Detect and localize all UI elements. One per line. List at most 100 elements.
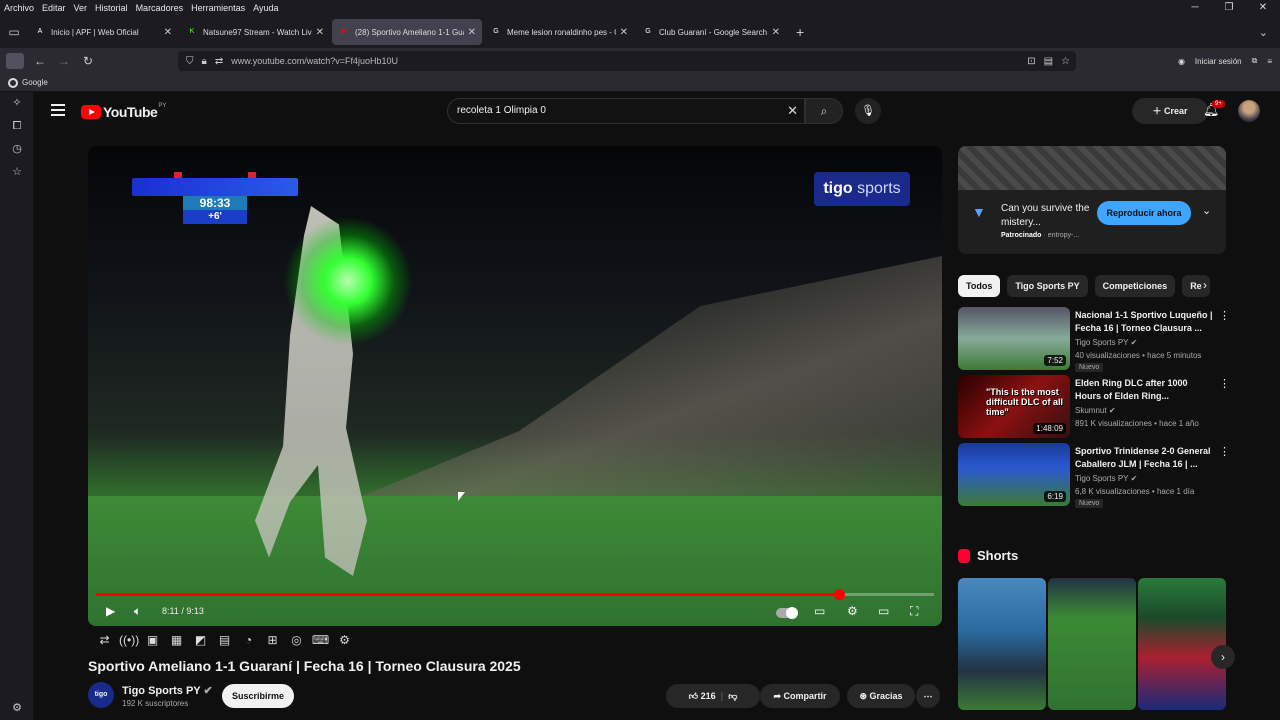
bookmark-star-icon[interactable]: ☆: [1061, 56, 1070, 67]
volume-icon[interactable]: 🔈︎: [134, 604, 141, 619]
shield-icon[interactable]: ⛉: [186, 56, 194, 67]
close-tab-icon[interactable]: ✕: [316, 27, 324, 38]
lock-icon[interactable]: 🔒︎: [202, 56, 207, 67]
permissions-icon[interactable]: ⇄: [215, 56, 223, 67]
rec-channel[interactable]: Tigo Sports PY ✔: [1075, 474, 1137, 483]
channel-name[interactable]: Tigo Sports PY ✔: [122, 684, 213, 697]
rec-title[interactable]: Elden Ring DLC after 1000 Hours of Elden…: [1075, 377, 1213, 403]
ai-chat-icon[interactable]: ✧: [0, 92, 34, 115]
chip-competiciones[interactable]: Competiciones: [1094, 275, 1176, 297]
menu-herramientas[interactable]: Herramientas: [187, 3, 249, 13]
settings-gear-icon[interactable]: ⚙: [847, 604, 858, 618]
broadcast-icon[interactable]: ((•)): [119, 633, 139, 647]
more-options-icon[interactable]: ⋮: [1219, 377, 1230, 390]
theater-mode-icon[interactable]: ▭: [878, 604, 889, 618]
menu-ver[interactable]: Ver: [70, 3, 92, 13]
sidebar-settings-icon[interactable]: ⚙: [0, 701, 34, 714]
menu-ayuda[interactable]: Ayuda: [249, 3, 282, 13]
thanks-button[interactable]: ⊛ Gracias: [847, 684, 915, 708]
video-thumbnail[interactable]: 7:52: [958, 307, 1070, 370]
guide-menu-icon[interactable]: [51, 104, 65, 116]
cinema-icon[interactable]: ▤: [215, 633, 234, 647]
menu-historial[interactable]: Historial: [91, 3, 132, 13]
progress-bar[interactable]: [96, 589, 934, 600]
restore-icon[interactable]: ❐: [1212, 0, 1246, 16]
thumbs-down-icon[interactable]: 👎︎: [728, 691, 737, 701]
close-tab-icon[interactable]: ✕: [468, 27, 476, 38]
close-tab-icon[interactable]: ✕: [164, 27, 172, 38]
menu-marcadores[interactable]: Marcadores: [132, 3, 188, 13]
video-thumbnail[interactable]: 6:19: [958, 443, 1070, 506]
ad-title[interactable]: Can you survive the mistery...: [1001, 202, 1091, 230]
bookmarks-icon[interactable]: ☆: [0, 161, 34, 184]
short-thumbnail[interactable]: [958, 578, 1046, 710]
like-button[interactable]: 👍︎ 216: [689, 691, 716, 701]
clear-search-icon[interactable]: ✕: [787, 99, 798, 123]
tab-4[interactable]: G Club Guaraní - Google Search ✕: [636, 19, 786, 45]
tab-list-icon[interactable]: ▭: [0, 25, 28, 39]
extensions-icon[interactable]: ⧉: [1252, 56, 1258, 66]
url-bar[interactable]: ⛉ 🔒︎ ⇄ www.youtube.com/watch?v=Ff4juoHb1…: [178, 51, 1076, 71]
subtitles-icon[interactable]: ▭: [814, 604, 825, 618]
share-button[interactable]: ➦ Compartir: [760, 684, 840, 708]
forward-icon[interactable]: →: [52, 54, 76, 68]
speed-icon[interactable]: ◔: [239, 633, 258, 647]
chevron-right-icon[interactable]: ›: [1203, 278, 1207, 292]
rec-channel[interactable]: Skumnut ✔: [1075, 406, 1116, 415]
tab-1[interactable]: K Natsune97 Stream - Watch Live ✕: [180, 19, 330, 45]
translate-icon[interactable]: ⊡: [1027, 56, 1035, 67]
youtube-logo[interactable]: YouTube PY: [81, 103, 166, 120]
reader-icon[interactable]: ▤: [1044, 56, 1053, 67]
user-avatar[interactable]: [1238, 100, 1260, 122]
tab-2[interactable]: ▶ (28) Sportivo Ameliano 1-1 Guaraní ✕: [332, 19, 482, 45]
recommended-video[interactable]: 7:52 Nacional 1-1 Sportivo Luqueño | Fech…: [958, 307, 1230, 372]
clapper-icon[interactable]: ▦: [167, 633, 186, 647]
sidebar-toggle-button[interactable]: [6, 53, 24, 69]
create-button[interactable]: ＋ Crear: [1132, 98, 1208, 124]
tab-overflow-icon[interactable]: ⌄: [1259, 26, 1268, 39]
channel-avatar[interactable]: tigo: [88, 682, 114, 708]
extension-settings-icon[interactable]: ⚙: [335, 633, 354, 647]
reload-icon[interactable]: ↻: [76, 54, 100, 68]
ad-card[interactable]: ▼ Can you survive the mistery... Patroci…: [958, 146, 1226, 254]
more-actions-icon[interactable]: ⋯: [916, 684, 940, 708]
chevron-down-icon[interactable]: ⌄: [1202, 204, 1211, 217]
resize-icon[interactable]: ◩: [191, 633, 210, 647]
add-frame-icon[interactable]: ⊞: [263, 633, 282, 647]
keyboard-icon[interactable]: ⌨: [311, 633, 330, 647]
menu-editar[interactable]: Editar: [38, 3, 70, 13]
bookmark-google[interactable]: Google: [22, 78, 48, 87]
close-window-icon[interactable]: ✕: [1246, 0, 1280, 16]
shorts-next-icon[interactable]: ›: [1211, 645, 1235, 669]
chip-todos[interactable]: Todos: [958, 275, 1001, 297]
play-icon[interactable]: ▶: [106, 604, 115, 618]
sign-in-link[interactable]: Iniciar sesión: [1195, 57, 1242, 66]
account-icon[interactable]: ◉: [1178, 57, 1185, 66]
ad-cta-button[interactable]: Reproducir ahora: [1097, 201, 1191, 225]
menu-archivo[interactable]: Archivo: [0, 3, 38, 13]
autoplay-toggle[interactable]: [776, 607, 798, 619]
close-tab-icon[interactable]: ✕: [620, 27, 628, 38]
subscribe-button[interactable]: Suscribirme: [222, 684, 294, 708]
fullscreen-icon[interactable]: ⛶: [910, 604, 918, 619]
recommended-video[interactable]: 6:19 Sportivo Trinidense 2-0 General Caba…: [958, 443, 1230, 508]
back-icon[interactable]: ←: [28, 54, 52, 68]
loop-icon[interactable]: ⇄: [95, 633, 114, 647]
more-options-icon[interactable]: ⋮: [1219, 309, 1230, 322]
new-tab-button[interactable]: +: [788, 24, 812, 40]
history-icon[interactable]: ◷: [0, 138, 34, 161]
rec-channel[interactable]: Tigo Sports PY ✔: [1075, 338, 1137, 347]
recommended-video[interactable]: 1:48:09 "This is the most difficult DLC o…: [958, 375, 1230, 439]
video-player[interactable]: 98:33 +6' tigo sports ▶ 🔈︎ 8:11 / 9:13 ▭…: [88, 146, 942, 626]
screenshot-icon[interactable]: ▣: [143, 633, 162, 647]
chip-tigo-sports[interactable]: Tigo Sports PY: [1007, 275, 1088, 297]
short-thumbnail[interactable]: [1048, 578, 1136, 710]
rec-title[interactable]: Nacional 1-1 Sportivo Luqueño | Fecha 16…: [1075, 309, 1213, 335]
rec-title[interactable]: Sportivo Trinidense 2-0 General Caballer…: [1075, 445, 1213, 471]
minimize-icon[interactable]: ─: [1178, 0, 1212, 16]
search-button[interactable]: ⌕: [805, 98, 843, 124]
synced-tabs-icon[interactable]: ⧠: [0, 115, 34, 138]
tab-0[interactable]: A Inicio | APF | Web Oficial ✕: [28, 19, 178, 45]
more-options-icon[interactable]: ⋮: [1219, 445, 1230, 458]
app-menu-icon[interactable]: ≡: [1267, 57, 1272, 66]
